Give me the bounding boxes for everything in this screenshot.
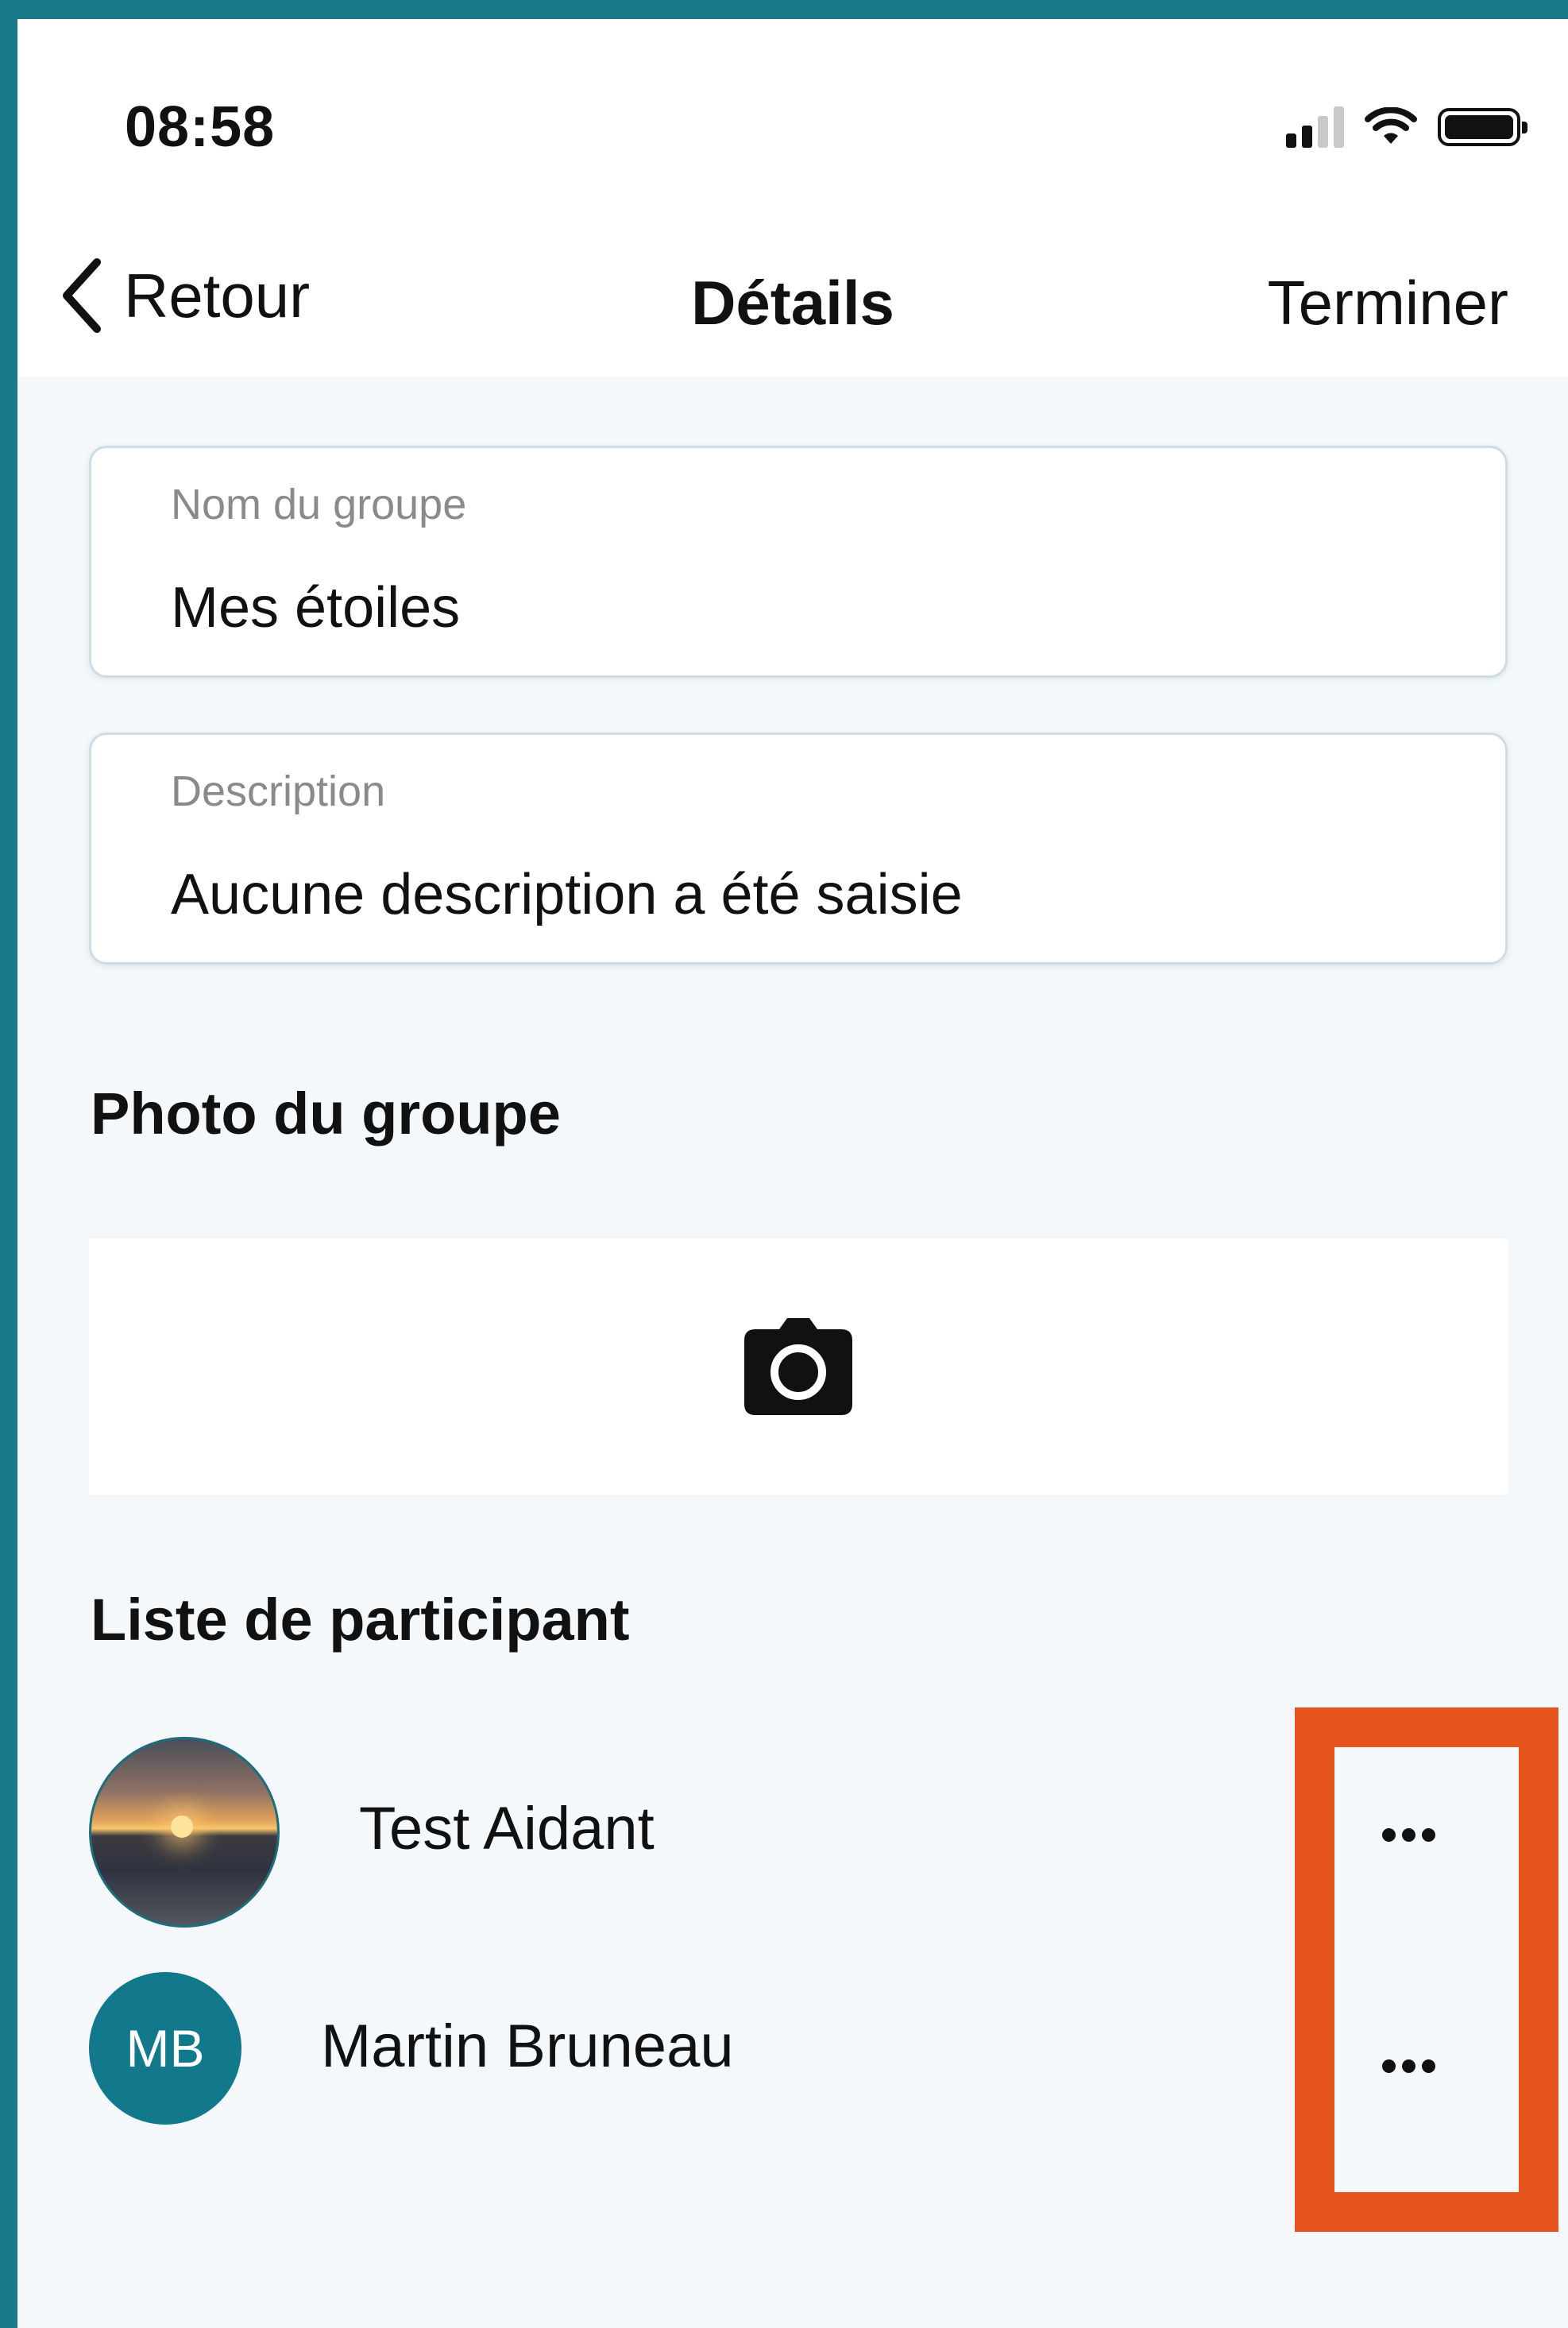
participant-row[interactable]: Test Aidant — [89, 1737, 1320, 1928]
group-photo-title: Photo du groupe — [91, 1081, 561, 1147]
navigation-bar: Retour Détails Terminer — [17, 257, 1568, 361]
status-time: 08:58 — [125, 95, 276, 159]
wifi-icon — [1365, 107, 1417, 144]
participant-name: Test Aidant — [359, 1795, 655, 1862]
group-photo-picker[interactable] — [89, 1239, 1508, 1495]
top-bar: 08:58 Retour Détails Terminer — [17, 19, 1568, 377]
status-icons — [1286, 106, 1527, 148]
description-label: Description — [171, 768, 386, 815]
avatar: MB — [89, 1972, 241, 2125]
description-field[interactable]: Description Aucune description a été sai… — [89, 733, 1508, 965]
avatar — [89, 1737, 280, 1928]
group-name-label: Nom du groupe — [171, 481, 467, 528]
participant-name: Martin Bruneau — [321, 2013, 734, 2080]
participant-row[interactable]: MB Martin Bruneau — [89, 1964, 1320, 2155]
group-name-value[interactable]: Mes étoiles — [171, 575, 460, 640]
app-screen: 08:58 Retour Détails Terminer Nom du gro… — [17, 19, 1568, 2328]
description-value[interactable]: Aucune description a été saisie — [171, 862, 963, 927]
group-name-field[interactable]: Nom du groupe Mes étoiles — [89, 446, 1508, 678]
cellular-signal-icon — [1286, 106, 1344, 148]
camera-icon[interactable] — [744, 1318, 852, 1415]
highlight-box — [1295, 1707, 1558, 2232]
battery-icon — [1438, 108, 1527, 146]
participants-title: Liste de participant — [91, 1587, 630, 1653]
done-button[interactable]: Terminer — [1268, 267, 1508, 339]
